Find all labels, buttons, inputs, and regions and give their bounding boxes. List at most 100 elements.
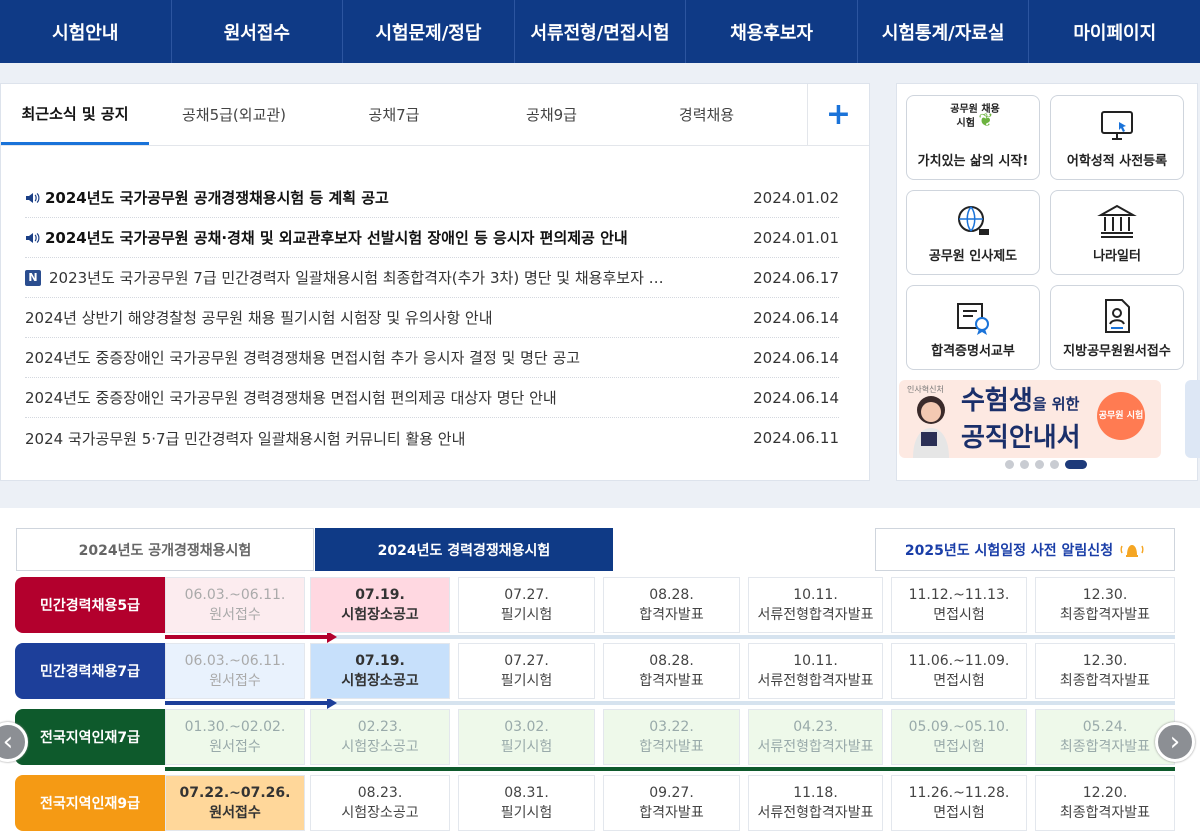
schedule-step: 05.09.~05.10. 면접시험 [891, 709, 1027, 765]
quick-link-local-application[interactable]: 지방공무원원서접수 [1050, 285, 1184, 370]
step-title: 면접시험 [933, 739, 985, 755]
step-date: 05.24. [1082, 719, 1128, 735]
schedule-row-label: 민간경력채용5급 [15, 577, 165, 633]
notify-signup-button[interactable]: 2025년도 시험일정 사전 알림신청 [875, 528, 1175, 571]
schedule-next-button[interactable]: › [1155, 722, 1195, 762]
news-title: 2024년 상반기 해양경찰청 공무원 채용 필기시험 시험장 및 유의사항 안… [25, 309, 493, 327]
recruitment-logo-icon: 공무원 채용 시험 ❦ [950, 104, 1000, 131]
step-title: 합격자발표 [639, 739, 704, 755]
step-date: 03.02. [504, 719, 549, 735]
guide-banner[interactable]: 인사혁신처 수험생을 위한 공직안내서 공무원 시험 [899, 380, 1161, 458]
banner-seal: 공무원 시험 [1097, 392, 1145, 440]
quick-link-label: 공무원 인사제도 [928, 249, 1018, 264]
step-title: 원서접수 [209, 805, 261, 821]
step-title: 최종합격자발표 [1059, 673, 1151, 689]
list-item[interactable]: 2024 국가공무원 5·7급 민간경력자 일괄채용시험 커뮤니티 활용 안내 … [25, 418, 839, 458]
banner-next-peek [1185, 380, 1200, 458]
speaker-icon [26, 192, 40, 203]
quick-link-language-score[interactable]: 어학성적 사전등록 [1050, 95, 1184, 180]
step-title: 시험장소공고 [341, 673, 419, 689]
schedule-step: 06.03.~06.11. 원서접수 [165, 577, 305, 633]
schedule-step: 03.22. 합격자발표 [603, 709, 740, 765]
step-date: 07.19. [355, 587, 405, 603]
certificate-icon [957, 303, 989, 335]
schedule-row: 민간경력채용7급 06.03.~06.11. 원서접수 07.19. 시험장소공고 07.… [15, 643, 1175, 709]
quick-link-label: 나라일터 [1093, 249, 1141, 264]
list-item[interactable]: N 2023년도 국가공무원 7급 민간경력자 일괄채용시험 최종합격자(추가 … [25, 258, 839, 298]
schedule-step: 03.02. 필기시험 [458, 709, 595, 765]
news-date: 2024.06.14 [753, 308, 839, 327]
schedule-step: 07.27. 필기시험 [458, 643, 595, 699]
step-title: 최종합격자발표 [1059, 607, 1151, 623]
schedule-step: 07.19. 시험장소공고 [310, 643, 450, 699]
step-date: 09.27. [649, 785, 694, 801]
quick-links-panel: 공무원 채용 시험 ❦ 가치있는 삶의 시작! 어학성적 사전등록 공무원 인사… [896, 83, 1200, 481]
schedule-row-label: 전국지역인재9급 [15, 775, 165, 831]
schedule-step: 11.26.~11.28. 면접시험 [891, 775, 1027, 831]
pagination-dot[interactable] [1020, 460, 1029, 469]
step-date: 12.30. [1082, 653, 1128, 669]
quick-link-certificate[interactable]: 합격증명서교부 [906, 285, 1040, 370]
banner-illustration [913, 396, 949, 458]
schedule-step: 08.28. 합격자발표 [603, 643, 740, 699]
nav-statistics[interactable]: 시험통계/자료실 [858, 0, 1030, 63]
step-title: 필기시험 [500, 673, 553, 689]
progress-fill [165, 635, 327, 639]
tab-grade9[interactable]: 공채9급 [469, 84, 634, 145]
step-title: 필기시험 [500, 607, 553, 623]
pagination-dot[interactable] [1050, 460, 1059, 469]
schedule-step: 11.12.~11.13. 면접시험 [891, 577, 1027, 633]
speaker-icon [26, 232, 40, 243]
document-person-icon [1105, 299, 1130, 333]
tab-open-competition[interactable]: 2024년도 공개경쟁채용시험 [16, 528, 314, 571]
schedule-step: 10.11. 서류전형합격자발표 [748, 577, 883, 633]
tab-grade7[interactable]: 공채7급 [319, 84, 469, 145]
tab-career-competition[interactable]: 2024년도 경력경쟁채용시험 [315, 528, 613, 571]
chevron-left-icon: ‹ [2, 727, 14, 757]
step-date: 02.23. [357, 719, 403, 735]
pagination-dot[interactable] [1035, 460, 1044, 469]
schedule-step: 04.23. 서류전형합격자발표 [748, 709, 883, 765]
schedule-step: 11.06.~11.09. 면접시험 [891, 643, 1027, 699]
list-item[interactable]: 2024년도 국가공무원 공채·경채 및 외교관후보자 선발시험 장애인 등 응… [25, 218, 839, 258]
banner-title-2: 공직안내서 [961, 423, 1081, 453]
nav-exam-info[interactable]: 시험안내 [0, 0, 172, 63]
nav-document-interview[interactable]: 서류전형/면접시험 [515, 0, 687, 63]
list-item[interactable]: 2024년도 국가공무원 공개경쟁채용시험 등 계획 공고 2024.01.02 [25, 178, 839, 218]
schedule-step: 02.23. 시험장소공고 [310, 709, 450, 765]
nav-application[interactable]: 원서접수 [172, 0, 344, 63]
step-date: 08.28. [649, 653, 694, 669]
step-date: 08.23. [357, 785, 403, 801]
tab-career[interactable]: 경력채용 [634, 84, 779, 145]
pagination-dot[interactable] [1005, 460, 1014, 469]
list-item[interactable]: 2024년 상반기 해양경찰청 공무원 채용 필기시험 시험장 및 유의사항 안… [25, 298, 839, 338]
nav-mypage[interactable]: 마이페이지 [1029, 0, 1200, 63]
more-button[interactable]: + [807, 84, 869, 145]
nav-candidates[interactable]: 채용후보자 [686, 0, 858, 63]
nav-questions-answers[interactable]: 시험문제/정답 [343, 0, 515, 63]
news-title: 2024년도 중증장애인 국가공무원 경력경쟁채용 면접시험 편의제공 대상자 … [25, 389, 557, 407]
list-item[interactable]: 2024년도 중증장애인 국가공무원 경력경쟁채용 면접시험 편의제공 대상자 … [25, 378, 839, 418]
progress-fill [165, 701, 327, 705]
pagination-dot-active[interactable] [1065, 460, 1087, 469]
step-date: 04.23. [793, 719, 838, 735]
tab-grade5-diplomat[interactable]: 공채5급(외교관) [149, 84, 319, 145]
quick-link-hr-system[interactable]: 공무원 인사제도 [906, 190, 1040, 275]
news-title: 2024년도 중증장애인 국가공무원 경력경쟁채용 면접시험 추가 응시자 결정… [25, 349, 581, 367]
step-title: 면접시험 [933, 673, 985, 689]
list-item[interactable]: 2024년도 중증장애인 국가공무원 경력경쟁채용 면접시험 추가 응시자 결정… [25, 338, 839, 378]
step-date: 06.03.~06.11. [184, 653, 286, 669]
globe-icon [958, 206, 989, 235]
new-badge: N [25, 269, 41, 286]
schedule-step: 09.27. 합격자발표 [603, 775, 740, 831]
quick-link-narailteo[interactable]: 나라일터 [1050, 190, 1184, 275]
news-list: 2024년도 국가공무원 공개경쟁채용시험 등 계획 공고 2024.01.02… [25, 178, 839, 458]
tab-recent-news[interactable]: 최근소식 및 공지 [1, 84, 149, 145]
schedule-step: 05.24. 최종합격자발표 [1035, 709, 1175, 765]
schedule-step: 06.03.~06.11. 원서접수 [165, 643, 305, 699]
news-date: 2024.06.11 [753, 429, 839, 447]
quick-link-recruitment[interactable]: 공무원 채용 시험 ❦ 가치있는 삶의 시작! [906, 95, 1040, 180]
news-date: 2024.06.14 [753, 388, 839, 407]
news-date: 2024.01.02 [753, 188, 839, 207]
step-date: 07.19. [355, 653, 405, 669]
